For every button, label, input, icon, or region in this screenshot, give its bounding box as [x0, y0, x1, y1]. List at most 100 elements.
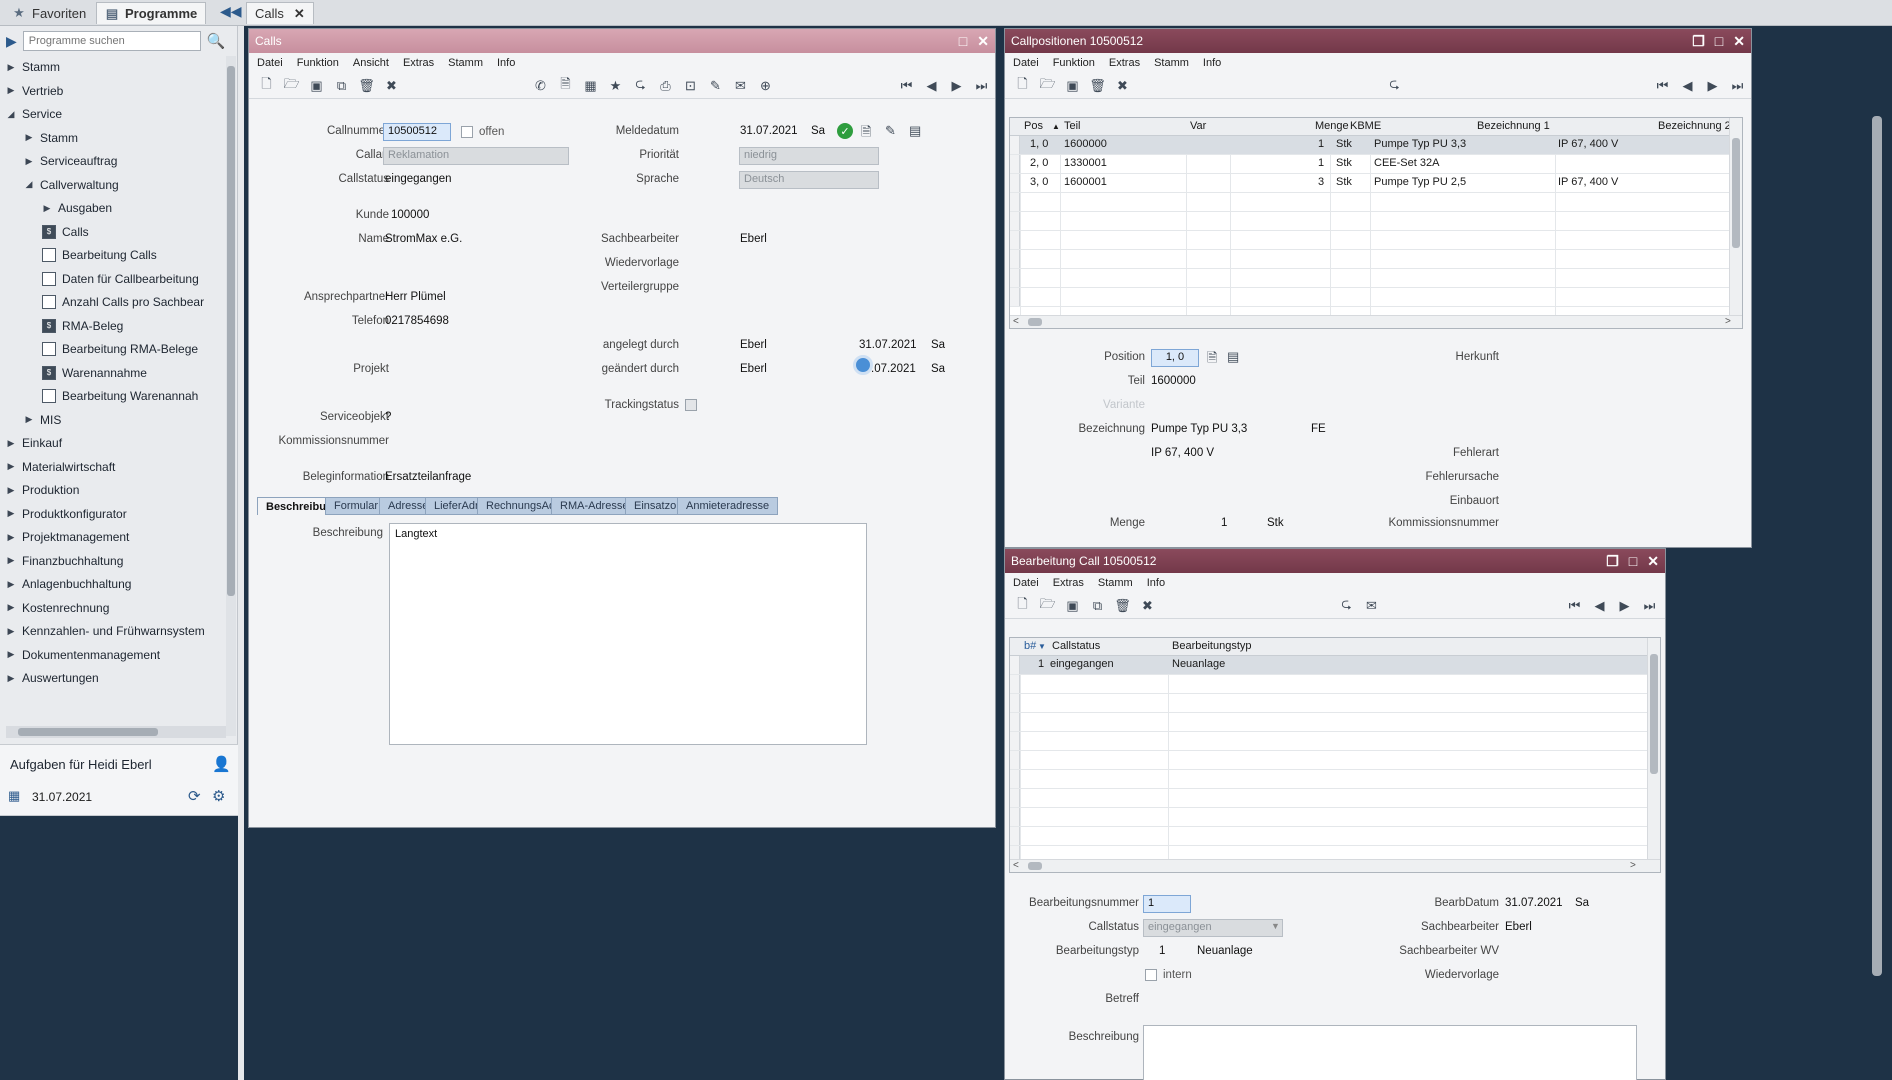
restore-icon[interactable]: ❐	[1692, 33, 1705, 50]
beschreibung-textarea[interactable]: Langtext	[389, 523, 867, 745]
workspace-scrollbar[interactable]	[1872, 116, 1882, 976]
phone-icon[interactable]: ✆	[531, 76, 550, 95]
column-header-pos[interactable]: Pos	[1024, 120, 1043, 132]
first-record-icon[interactable]: ⏮	[897, 76, 916, 95]
new-document-icon[interactable]: 🗋	[1013, 596, 1032, 615]
tree-item[interactable]: ▶ Finanzbuchhaltung	[6, 550, 124, 572]
tree-item[interactable]: ▶ Ausgaben	[42, 197, 113, 219]
tree-horizontal-scrollbar[interactable]	[6, 726, 226, 738]
row-marker[interactable]	[1010, 789, 1020, 807]
delete-icon[interactable]: 🗑	[1113, 596, 1132, 615]
row-marker[interactable]	[1010, 231, 1020, 249]
tree-item[interactable]: ▶ MIS	[24, 409, 62, 431]
copy-icon[interactable]: ⧉	[332, 76, 351, 95]
calendar-grid-icon[interactable]: ▦	[581, 76, 600, 95]
tree-item[interactable]: Daten für Callbearbeitung	[42, 268, 199, 290]
next-record-icon[interactable]: ▶	[947, 76, 966, 95]
form-tab[interactable]: Formular	[325, 497, 388, 515]
preview-icon[interactable]: ⊡	[681, 76, 700, 95]
print-icon[interactable]: ⎙	[656, 76, 675, 95]
chevron-right-icon[interactable]: ▶	[6, 626, 16, 637]
row-marker[interactable]	[1010, 732, 1020, 750]
scroll-right-icon[interactable]: >	[1725, 316, 1731, 327]
table-row[interactable]: 2, 0 1330001 1 Stk CEE-Set 32A	[1010, 155, 1742, 174]
intern-checkbox[interactable]	[1145, 969, 1157, 981]
table-row[interactable]	[1010, 675, 1660, 694]
mail-icon[interactable]: ✉	[731, 76, 750, 95]
save-icon[interactable]: ▣	[1063, 596, 1082, 615]
copy-icon[interactable]: ⧉	[1088, 596, 1107, 615]
close-icon[interactable]: ✕	[1733, 33, 1745, 50]
tree-item[interactable]: $ Warenannahme	[42, 362, 147, 384]
table-row[interactable]: 1, 0 1600000 1 Stk Pumpe Typ PU 3,3 IP 67, 40…	[1010, 136, 1742, 155]
chevron-right-icon[interactable]: ▶	[24, 156, 34, 167]
collapse-panel-icon[interactable]: ◀◀	[220, 3, 242, 20]
table-row[interactable]	[1010, 288, 1742, 307]
doc-tab-calls[interactable]: Calls ✕	[246, 2, 314, 24]
tree-item[interactable]: ▶ Vertrieb	[6, 80, 64, 102]
chevron-right-icon[interactable]: ▶	[6, 85, 16, 96]
column-header-callstatus[interactable]: Callstatus	[1052, 640, 1100, 652]
row-marker[interactable]	[1010, 808, 1020, 826]
close-icon[interactable]: ✕	[1647, 553, 1659, 570]
tree-item[interactable]: ▶ Dokumentenmanagement	[6, 644, 161, 666]
tree-item[interactable]: Anzahl Calls pro Sachbear	[42, 291, 204, 313]
tree-item[interactable]: Bearbeitung Warenannah	[42, 385, 198, 407]
maximize-icon[interactable]: □	[959, 33, 967, 50]
row-marker[interactable]	[1010, 713, 1020, 731]
sort-asc-icon[interactable]: ▲	[1052, 122, 1060, 131]
tab-programme[interactable]: ▤ Programme	[96, 2, 207, 24]
delete-icon[interactable]: 🗑	[357, 76, 376, 95]
menu-item[interactable]: Info	[1203, 57, 1221, 69]
tree-item[interactable]: ▶ Materialwirtschaft	[6, 456, 116, 478]
table-row[interactable]	[1010, 231, 1742, 250]
chevron-right-icon[interactable]: ▶	[6, 62, 16, 73]
table-row[interactable]	[1010, 212, 1742, 231]
table-row[interactable]: 1 eingegangen Neuanlage	[1010, 656, 1660, 675]
notes-icon[interactable]: ▤	[1227, 349, 1239, 365]
previous-record-icon[interactable]: ◀	[922, 76, 941, 95]
refresh-icon[interactable]: ⟳	[188, 787, 201, 805]
chevron-down-icon[interactable]: ◢	[24, 179, 34, 190]
scroll-left-icon[interactable]: <	[1013, 860, 1019, 871]
row-marker[interactable]	[1010, 751, 1020, 769]
tree-item[interactable]: ◢ Service	[6, 103, 62, 125]
row-marker[interactable]	[1010, 675, 1020, 693]
chevron-right-icon[interactable]: ▶	[6, 602, 16, 613]
callpositionen-horizontal-scrollbar[interactable]: < >	[1010, 315, 1742, 328]
bearbeitung-call-titlebar[interactable]: Bearbeitung Call 10500512 ❐ □ ✕	[1005, 549, 1665, 573]
forward-icon[interactable]: ⮎	[631, 76, 650, 95]
tree-item[interactable]: $ RMA-Beleg	[42, 315, 123, 337]
row-marker[interactable]	[1010, 656, 1020, 674]
edit-icon[interactable]: ✎	[885, 123, 896, 139]
table-row[interactable]	[1010, 808, 1660, 827]
trackingstatus-checkbox[interactable]	[685, 399, 697, 411]
tree-item[interactable]: $ Calls	[42, 221, 89, 243]
tree-scrollbar[interactable]	[226, 56, 236, 736]
bearbeitungsnummer-field[interactable]: 1	[1143, 895, 1191, 913]
delete-icon[interactable]: 🗑	[1088, 76, 1107, 95]
menu-item[interactable]: Stamm	[1154, 57, 1189, 69]
close-tab-icon[interactable]: ✕	[294, 6, 305, 22]
column-header-kbme[interactable]: KBME	[1350, 120, 1381, 132]
row-marker[interactable]	[1010, 827, 1020, 845]
scroll-left-icon[interactable]: <	[1013, 316, 1019, 327]
table-row[interactable]	[1010, 732, 1660, 751]
bearbeitung-beschreibung-textarea[interactable]	[1143, 1025, 1637, 1080]
new-document-icon[interactable]: 🗋	[257, 76, 276, 95]
tree-item[interactable]: ◢ Callverwaltung	[24, 174, 119, 196]
tree-item[interactable]: ▶ Kostenrechnung	[6, 597, 110, 619]
chevron-right-icon[interactable]: ▶	[6, 532, 16, 543]
chevron-right-icon[interactable]: ▶	[6, 485, 16, 496]
first-record-icon[interactable]: ⏮	[1653, 76, 1672, 95]
table-row[interactable]	[1010, 694, 1660, 713]
row-marker[interactable]	[1010, 212, 1020, 230]
row-marker[interactable]	[1010, 193, 1020, 211]
column-header-var[interactable]: Var	[1190, 120, 1206, 132]
menu-item[interactable]: Ansicht	[353, 57, 389, 69]
cancel-icon[interactable]: ✖	[382, 76, 401, 95]
row-marker[interactable]	[1010, 174, 1020, 192]
menu-item[interactable]: Funktion	[1053, 57, 1095, 69]
callpositionen-vertical-scrollbar[interactable]	[1729, 118, 1742, 317]
last-record-icon[interactable]: ⏭	[1728, 76, 1747, 95]
